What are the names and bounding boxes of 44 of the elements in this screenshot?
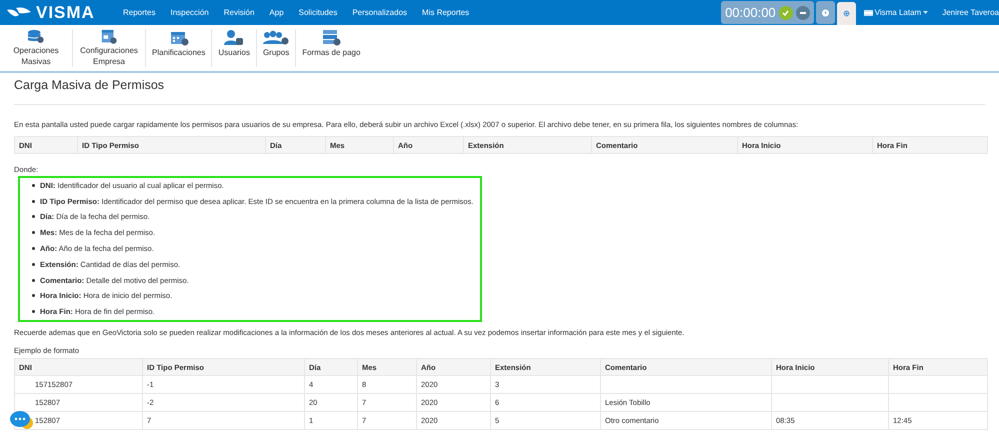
menu-link[interactable]: Solicitudes [298,6,338,18]
toolbar-button[interactable]: Grupos [256,29,296,67]
menu-link[interactable]: Personalizados [352,6,408,18]
toolbar-button[interactable]: Planificaciones [146,29,212,67]
bullet-icon [32,247,35,250]
page-title: Carga Masiva de Permisos [14,78,985,105]
menu-link[interactable]: App [269,6,284,18]
menu-link[interactable]: Mis Reportes [422,6,470,18]
minus-icon [800,12,806,14]
company-dropdown[interactable]: Visma Latam [864,6,928,18]
bullet-icon [32,184,35,187]
toolbar-button[interactable]: Operaciones Masivas [0,29,73,67]
logo-text: VISMA [36,2,95,24]
menu-link[interactable]: Inspección [170,6,209,18]
toolbar-button[interactable]: Formas de pago [296,29,366,67]
bullet-icon [32,278,35,282]
menu-link[interactable]: Revisión [224,6,254,18]
bullet-icon [32,200,35,203]
bullet-icon [32,215,35,218]
store-icon [99,29,119,44]
calendar-icon [168,29,189,46]
list-icon [321,29,342,46]
help-icon [822,8,829,16]
settings-button[interactable] [836,2,856,25]
group-icon [263,29,290,46]
settings-icon [842,9,850,18]
check-icon [782,10,790,16]
confirm-button[interactable] [778,6,793,20]
bullet-icon [32,310,35,314]
help-button[interactable] [816,1,835,24]
toolbar-button[interactable]: Usuarios [212,29,257,67]
toolbar-button[interactable]: Configuraciones Empresa [73,29,146,67]
flag-icon [864,10,873,16]
bullet-icon [32,294,35,298]
bullet-icon [32,231,35,234]
caret-icon [923,11,928,14]
timer-text: 00:00:00 [725,4,776,22]
user-menu[interactable]: Jeniree Taveroa [942,6,999,18]
bullet-icon [32,262,35,266]
chat-icon[interactable] [10,411,34,431]
user-icon [224,29,244,46]
menu-link[interactable]: Reportes [123,6,156,18]
minus-button[interactable] [796,6,810,20]
database-icon [26,29,46,44]
